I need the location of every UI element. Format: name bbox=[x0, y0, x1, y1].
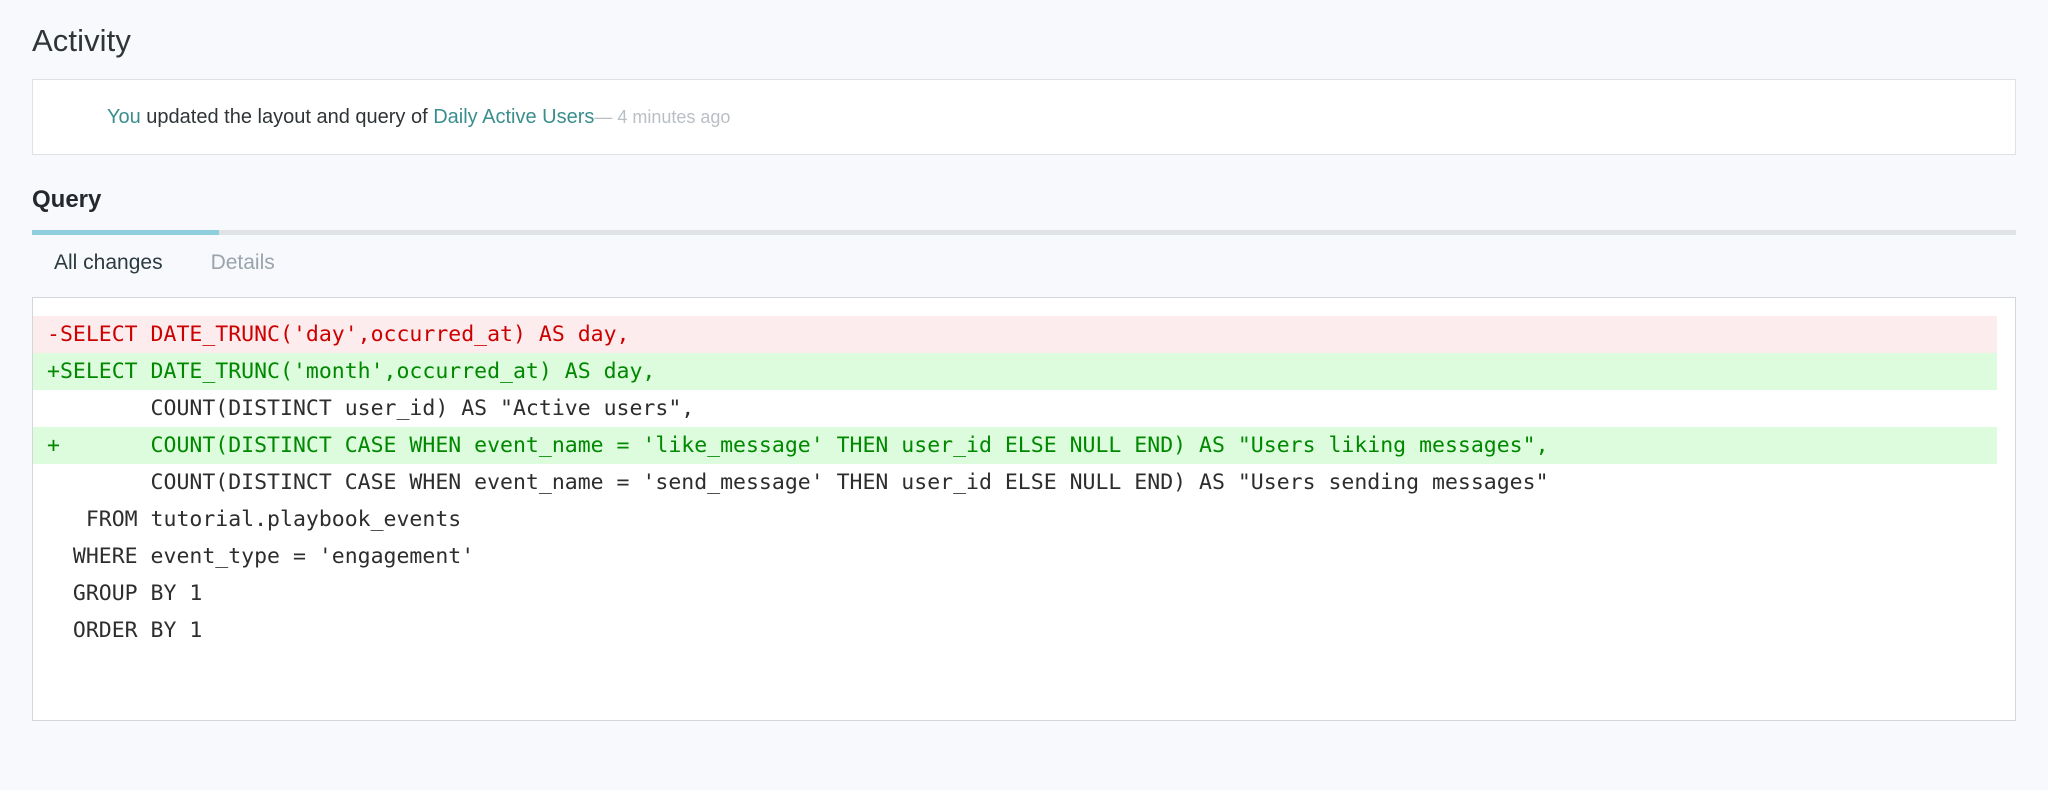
diff-line-context: COUNT(DISTINCT user_id) AS "Active users… bbox=[47, 395, 695, 421]
page-title: Activity bbox=[32, 23, 131, 58]
tab-active-indicator bbox=[32, 229, 219, 235]
query-diff-viewer[interactable]: -SELECT DATE_TRUNC('day',occurred_at) AS… bbox=[32, 296, 2016, 721]
tabs-container: All changes Details bbox=[32, 229, 2016, 291]
tab-details[interactable]: Details bbox=[211, 252, 275, 273]
diff-line-removed: -SELECT DATE_TRUNC('day',occurred_at) AS… bbox=[33, 315, 1997, 353]
diff-line-context: WHERE event_type = 'engagement' bbox=[47, 543, 475, 569]
tab-all-changes[interactable]: All changes bbox=[54, 252, 163, 273]
activity-resource-link[interactable]: Daily Active Users bbox=[433, 106, 594, 128]
activity-timestamp: — 4 minutes ago bbox=[594, 107, 731, 128]
diff-line-added: + COUNT(DISTINCT CASE WHEN event_name = … bbox=[33, 426, 1997, 464]
tab-rule bbox=[32, 229, 2016, 235]
tab-list: All changes Details bbox=[32, 235, 2016, 291]
activity-card: You updated the layout and query of Dail… bbox=[32, 79, 2016, 156]
diff-line-added: +SELECT DATE_TRUNC('month',occurred_at) … bbox=[33, 352, 1997, 390]
query-section-title: Query bbox=[32, 186, 102, 214]
diff-line-context: GROUP BY 1 bbox=[47, 580, 203, 606]
diff-line-context: ORDER BY 1 bbox=[47, 617, 203, 643]
diff-line-list: -SELECT DATE_TRUNC('day',occurred_at) AS… bbox=[33, 315, 2015, 649]
diff-line-context: FROM tutorial.playbook_events bbox=[47, 506, 462, 532]
activity-query-page: Activity You updated the layout and quer… bbox=[0, 0, 2048, 721]
activity-entry: You updated the layout and query of Dail… bbox=[33, 103, 730, 131]
activity-entry-text: updated the layout and query of bbox=[140, 106, 434, 129]
activity-actor-link[interactable]: You bbox=[107, 106, 141, 128]
diff-line-context: COUNT(DISTINCT CASE WHEN event_name = 's… bbox=[47, 469, 1549, 495]
